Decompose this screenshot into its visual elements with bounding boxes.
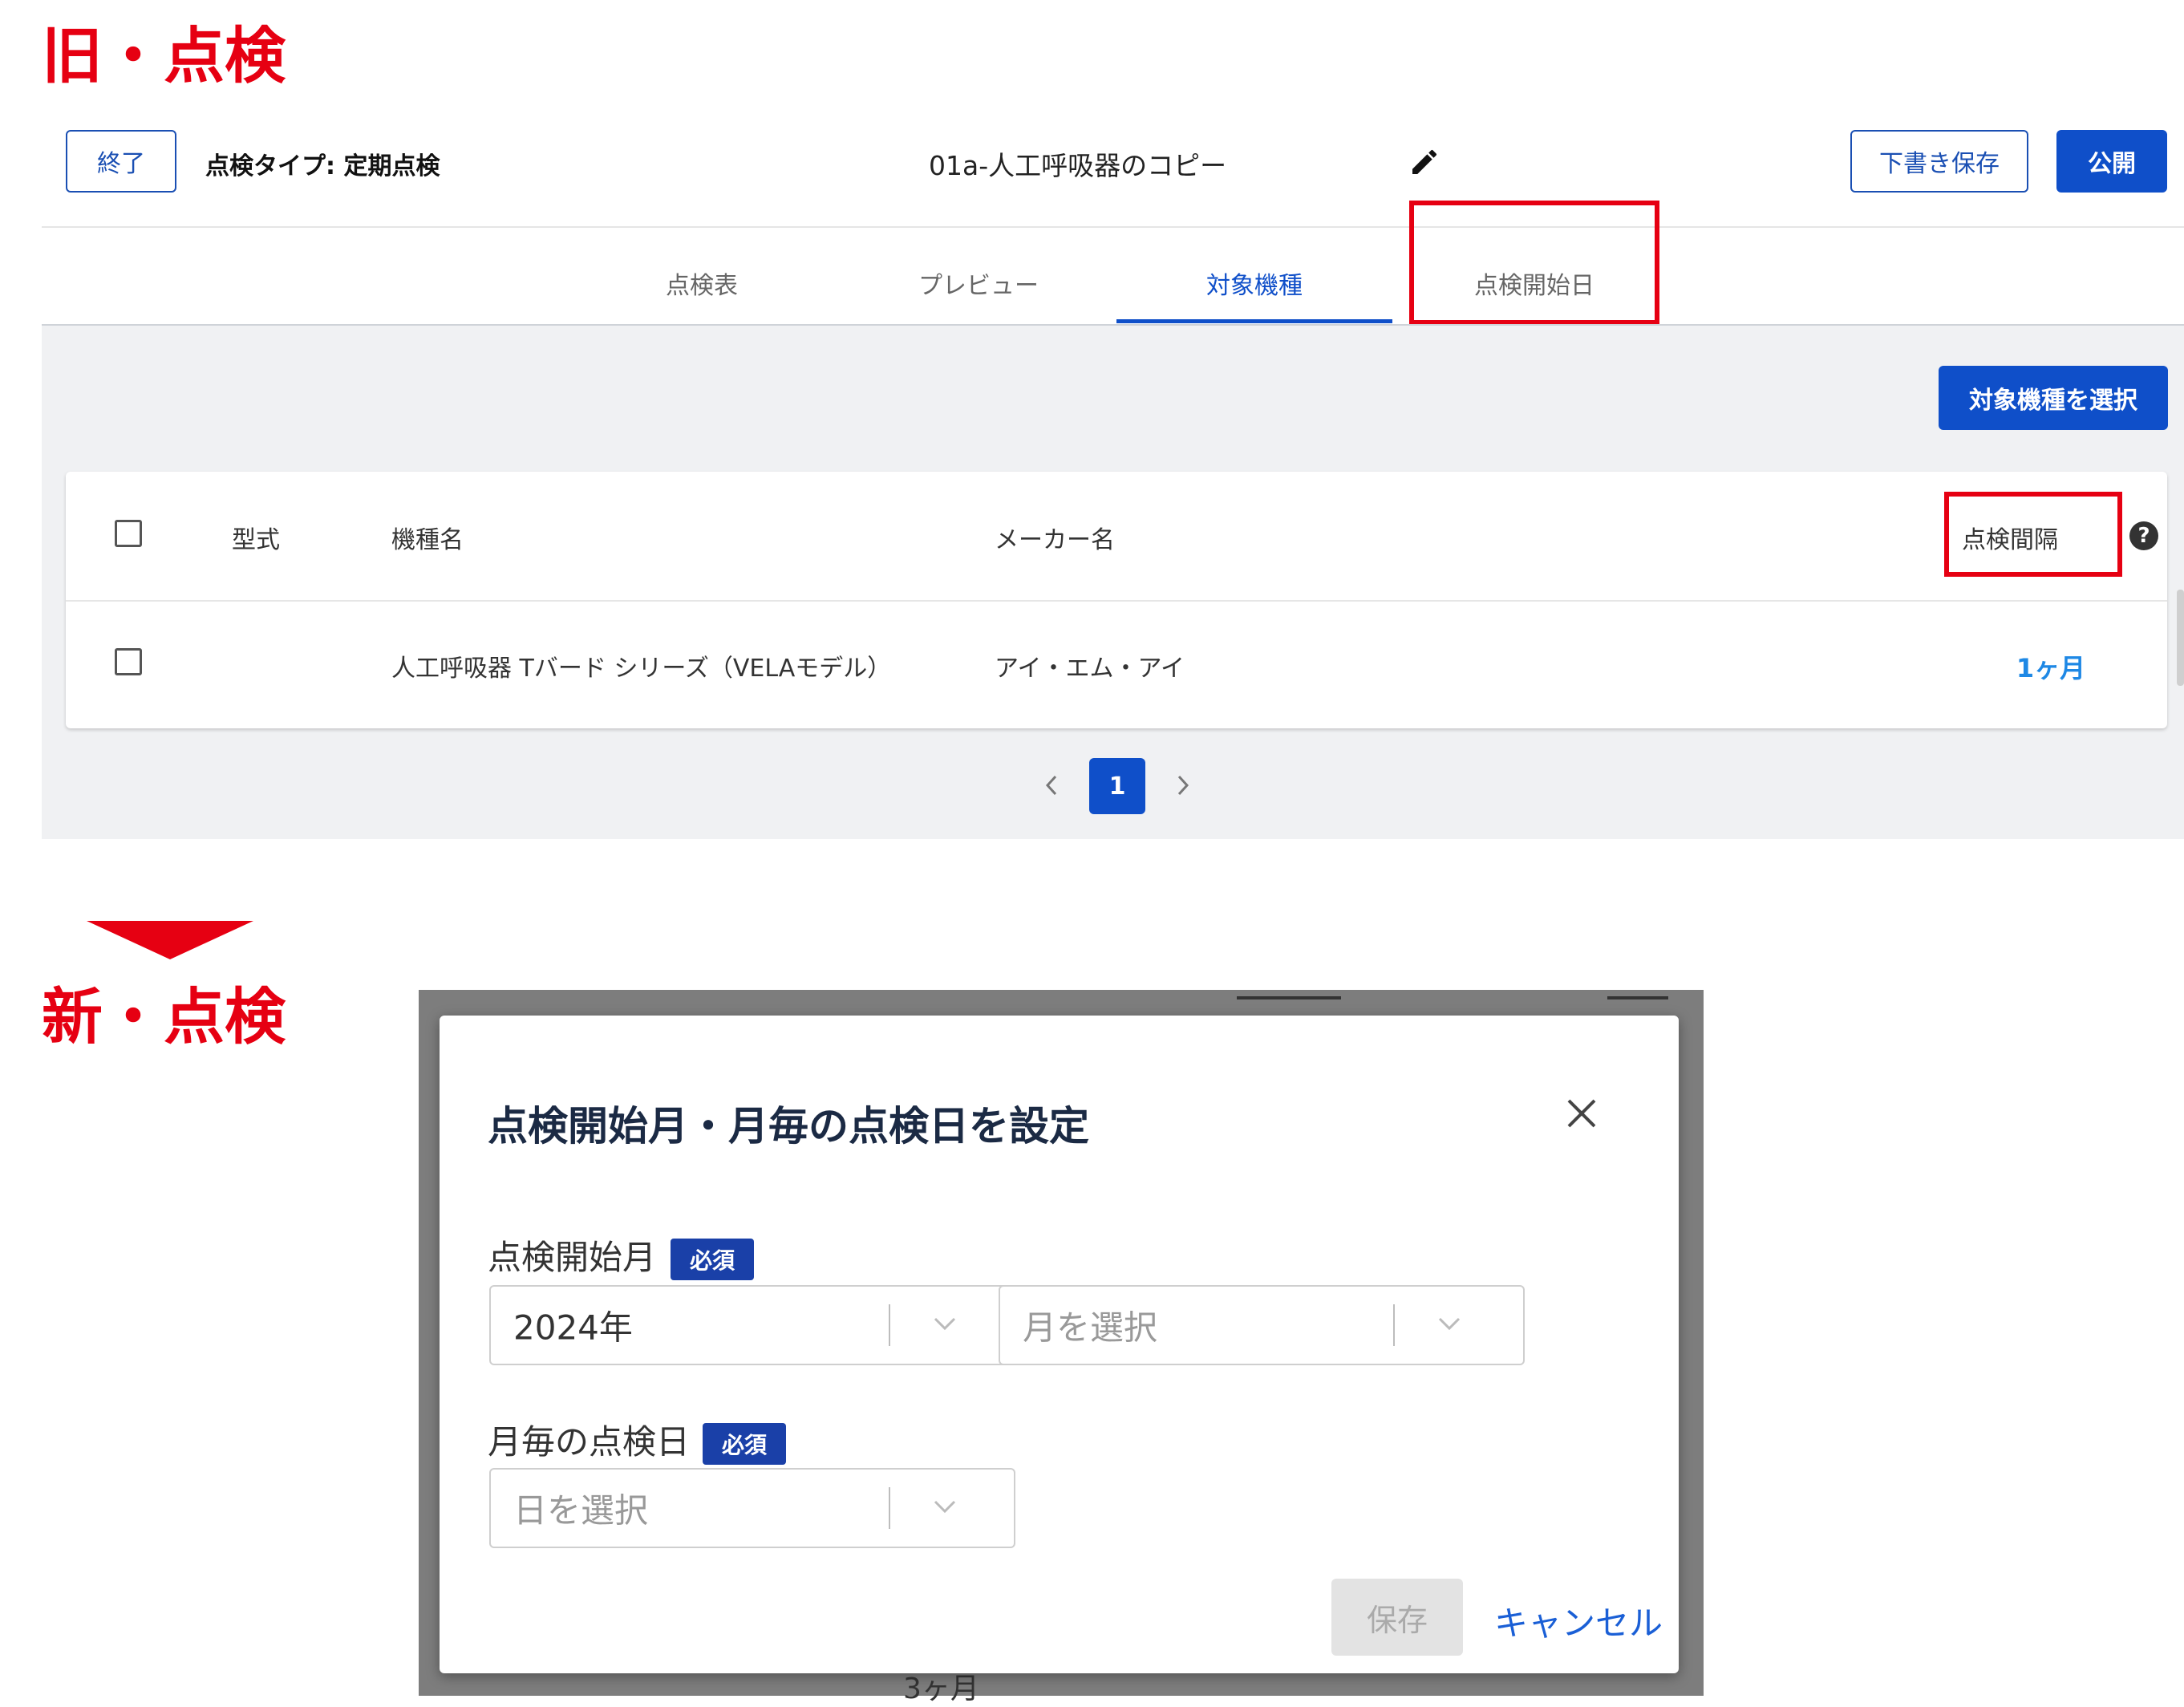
column-header-maker: メーカー名 [995,526,1115,554]
old-section-label: 旧・点検 [42,20,286,91]
required-badge: 必須 [703,1423,786,1465]
dialog-title: 点検開始月・月毎の点検日を設定 [488,1103,1089,1149]
row-model-name: 人工呼吸器 Tバード シリーズ（VELAモデル） [391,655,892,683]
month-select-placeholder: 月を選択 [1023,1308,1158,1348]
highlight-start-date-tab [1409,201,1659,325]
select-separator [1393,1304,1395,1346]
column-header-interval: 点検間隔 [1962,526,2058,554]
row-interval-link[interactable]: 1ヶ月 [1983,648,2119,685]
publish-button[interactable]: 公開 [2056,130,2167,193]
chevron-down-icon [1435,1314,1464,1336]
year-select-value: 2024年 [513,1308,633,1348]
table-header-divider [66,600,2167,602]
exit-button[interactable]: 終了 [66,130,176,193]
scrollbar-handle[interactable] [2177,590,2184,686]
start-date-dialog: 点検開始月・月毎の点検日を設定 点検開始月 必須 2024年 月を選択 月毎の点… [440,1016,1679,1673]
header-divider [42,226,2184,228]
close-icon[interactable] [1562,1094,1601,1133]
start-month-label: 点検開始月 [488,1238,657,1277]
row-maker: アイ・エム・アイ [995,655,1185,683]
pagination-next-icon[interactable] [1171,768,1195,802]
select-target-models-button[interactable]: 対象機種を選択 [1939,366,2168,430]
month-select[interactable]: 月を選択 [999,1285,1525,1365]
select-all-checkbox[interactable] [115,520,142,547]
year-select[interactable]: 2024年 [489,1285,1015,1365]
row-checkbox[interactable] [115,648,142,675]
day-select[interactable]: 日を選択 [489,1468,1015,1548]
day-label: 月毎の点検日 [488,1422,691,1462]
select-separator [889,1487,890,1529]
column-header-model-name: 機種名 [391,526,464,554]
tab-checklist[interactable]: 点検表 [561,249,842,318]
pagination-prev-icon[interactable] [1039,768,1064,802]
chevron-down-icon [930,1497,959,1519]
cancel-button[interactable]: キャンセル [1494,1596,1663,1645]
backdrop-line [1607,996,1668,999]
chevron-down-icon [930,1314,959,1336]
draft-save-button[interactable]: 下書き保存 [1850,130,2028,193]
help-icon[interactable]: ? [2129,521,2158,550]
active-tab-indicator [1116,319,1392,323]
day-select-placeholder: 日を選択 [513,1490,649,1531]
pagination-current-page[interactable]: 1 [1089,758,1145,814]
column-header-model-code: 型式 [232,526,280,554]
backdrop-line [1237,996,1341,999]
arrow-down-icon [87,921,253,959]
new-section-label: 新・点検 [42,981,286,1052]
select-separator [889,1304,890,1346]
required-badge: 必須 [671,1239,754,1280]
save-button[interactable]: 保存 [1331,1579,1463,1656]
document-title: 01a-人工呼吸器のコピー [929,150,1227,181]
models-table: 型式 機種名 メーカー名 点検間隔 ? 人工呼吸器 Tバード シリーズ（VELA… [66,472,2167,728]
highlight-interval-column [1944,492,2122,577]
edit-pencil-icon[interactable] [1408,146,1440,178]
tab-preview[interactable]: プレビュー [838,249,1119,318]
tab-target-models[interactable]: 対象機種 [1116,249,1392,318]
inspection-type-label: 点検タイプ: 定期点検 [205,152,440,180]
